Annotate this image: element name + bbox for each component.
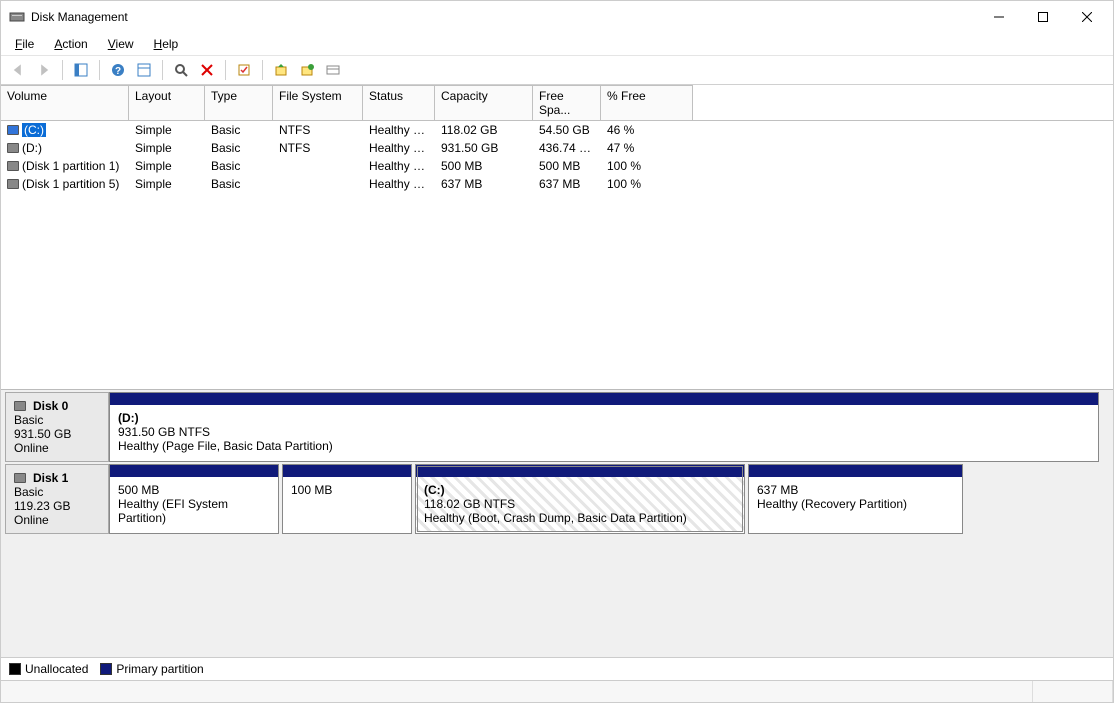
volume-fs: NTFS: [273, 122, 363, 138]
volume-name: (C:): [1, 122, 129, 138]
volume-type: Basic: [205, 122, 273, 138]
partition[interactable]: 500 MBHealthy (EFI System Partition): [109, 464, 279, 534]
menu-help[interactable]: Help: [146, 35, 187, 53]
legend-primary-swatch: [100, 663, 112, 675]
partition-band: [749, 465, 962, 477]
partition[interactable]: 100 MB: [282, 464, 412, 534]
toolbar: ?: [1, 56, 1113, 85]
disk-graphical-view[interactable]: Disk 0Basic931.50 GBOnline(D:)931.50 GB …: [1, 390, 1113, 680]
volume-row[interactable]: (Disk 1 partition 5)SimpleBasic Healthy (…: [1, 175, 1113, 193]
partition-band: [110, 465, 278, 477]
volume-status: Healthy (B...: [363, 122, 435, 138]
show-hide-console-tree-icon[interactable]: [70, 59, 92, 81]
partition[interactable]: 637 MBHealthy (Recovery Partition): [748, 464, 963, 534]
volume-free: 436.74 GB: [533, 140, 601, 156]
partition-band: [283, 465, 411, 477]
legend: Unallocated Primary partition: [1, 657, 1113, 680]
statusbar: [1, 680, 1113, 702]
minimize-button[interactable]: [977, 3, 1021, 31]
disk-row: Disk 1Basic119.23 GBOnline500 MBHealthy …: [5, 464, 1109, 534]
volume-list-header[interactable]: Volume Layout Type File System Status Ca…: [1, 85, 1113, 121]
volume-list[interactable]: Volume Layout Type File System Status Ca…: [1, 85, 1113, 390]
volume-name: (Disk 1 partition 1): [1, 158, 129, 174]
volume-row[interactable]: (Disk 1 partition 1)SimpleBasic Healthy (…: [1, 157, 1113, 175]
volume-capacity: 500 MB: [435, 158, 533, 174]
delete-icon[interactable]: [196, 59, 218, 81]
partition-band: [416, 465, 744, 477]
volume-free: 54.50 GB: [533, 122, 601, 138]
volume-status: Healthy (R...: [363, 176, 435, 192]
refresh-icon[interactable]: [170, 59, 192, 81]
volume-status: Healthy (P...: [363, 140, 435, 156]
col-filesystem[interactable]: File System: [273, 85, 363, 120]
col-layout[interactable]: Layout: [129, 85, 205, 120]
volume-free: 637 MB: [533, 176, 601, 192]
col-pctfree[interactable]: % Free: [601, 85, 693, 120]
col-capacity[interactable]: Capacity: [435, 85, 533, 120]
action1-icon[interactable]: [270, 59, 292, 81]
legend-unallocated-label: Unallocated: [25, 662, 88, 676]
volume-capacity: 931.50 GB: [435, 140, 533, 156]
col-type[interactable]: Type: [205, 85, 273, 120]
volume-name: (D:): [1, 140, 129, 156]
properties-icon[interactable]: [233, 59, 255, 81]
action3-icon[interactable]: [322, 59, 344, 81]
menubar: File Action View Help: [1, 33, 1113, 56]
volume-layout: Simple: [129, 176, 205, 192]
svg-text:?: ?: [115, 66, 121, 77]
volume-free: 500 MB: [533, 158, 601, 174]
disk-info[interactable]: Disk 1Basic119.23 GBOnline: [5, 464, 109, 534]
col-status[interactable]: Status: [363, 85, 435, 120]
volume-type: Basic: [205, 176, 273, 192]
col-freespace[interactable]: Free Spa...: [533, 85, 601, 120]
maximize-button[interactable]: [1021, 3, 1065, 31]
volume-pct: 100 %: [601, 158, 693, 174]
settings-icon[interactable]: [133, 59, 155, 81]
legend-unallocated-swatch: [9, 663, 21, 675]
forward-button[interactable]: [33, 59, 55, 81]
volume-row[interactable]: (D:)SimpleBasicNTFSHealthy (P...931.50 G…: [1, 139, 1113, 157]
app-icon: [9, 9, 25, 25]
menu-file[interactable]: File: [7, 35, 42, 53]
volume-type: Basic: [205, 158, 273, 174]
volume-layout: Simple: [129, 140, 205, 156]
volume-layout: Simple: [129, 158, 205, 174]
volume-pct: 46 %: [601, 122, 693, 138]
volume-fs: [273, 176, 363, 192]
partition-band: [110, 393, 1098, 405]
volume-type: Basic: [205, 140, 273, 156]
volume-name: (Disk 1 partition 5): [1, 176, 129, 192]
volume-pct: 100 %: [601, 176, 693, 192]
partition[interactable]: (C:)118.02 GB NTFSHealthy (Boot, Crash D…: [415, 464, 745, 534]
volume-fs: [273, 158, 363, 174]
disk-row: Disk 0Basic931.50 GBOnline(D:)931.50 GB …: [5, 392, 1109, 462]
action2-icon[interactable]: [296, 59, 318, 81]
volume-status: Healthy (E...: [363, 158, 435, 174]
legend-primary-label: Primary partition: [116, 662, 203, 676]
volume-capacity: 637 MB: [435, 176, 533, 192]
volume-capacity: 118.02 GB: [435, 122, 533, 138]
menu-view[interactable]: View: [100, 35, 142, 53]
back-button[interactable]: [7, 59, 29, 81]
volume-fs: NTFS: [273, 140, 363, 156]
disk-info[interactable]: Disk 0Basic931.50 GBOnline: [5, 392, 109, 462]
partition[interactable]: (D:)931.50 GB NTFSHealthy (Page File, Ba…: [109, 392, 1099, 462]
window-title: Disk Management: [31, 10, 128, 24]
volume-layout: Simple: [129, 122, 205, 138]
volume-row[interactable]: (C:)SimpleBasicNTFSHealthy (B...118.02 G…: [1, 121, 1113, 139]
help-toolbar-icon[interactable]: ?: [107, 59, 129, 81]
titlebar: Disk Management: [1, 1, 1113, 33]
volume-pct: 47 %: [601, 140, 693, 156]
col-volume[interactable]: Volume: [1, 85, 129, 120]
close-button[interactable]: [1065, 3, 1109, 31]
menu-action[interactable]: Action: [46, 35, 95, 53]
